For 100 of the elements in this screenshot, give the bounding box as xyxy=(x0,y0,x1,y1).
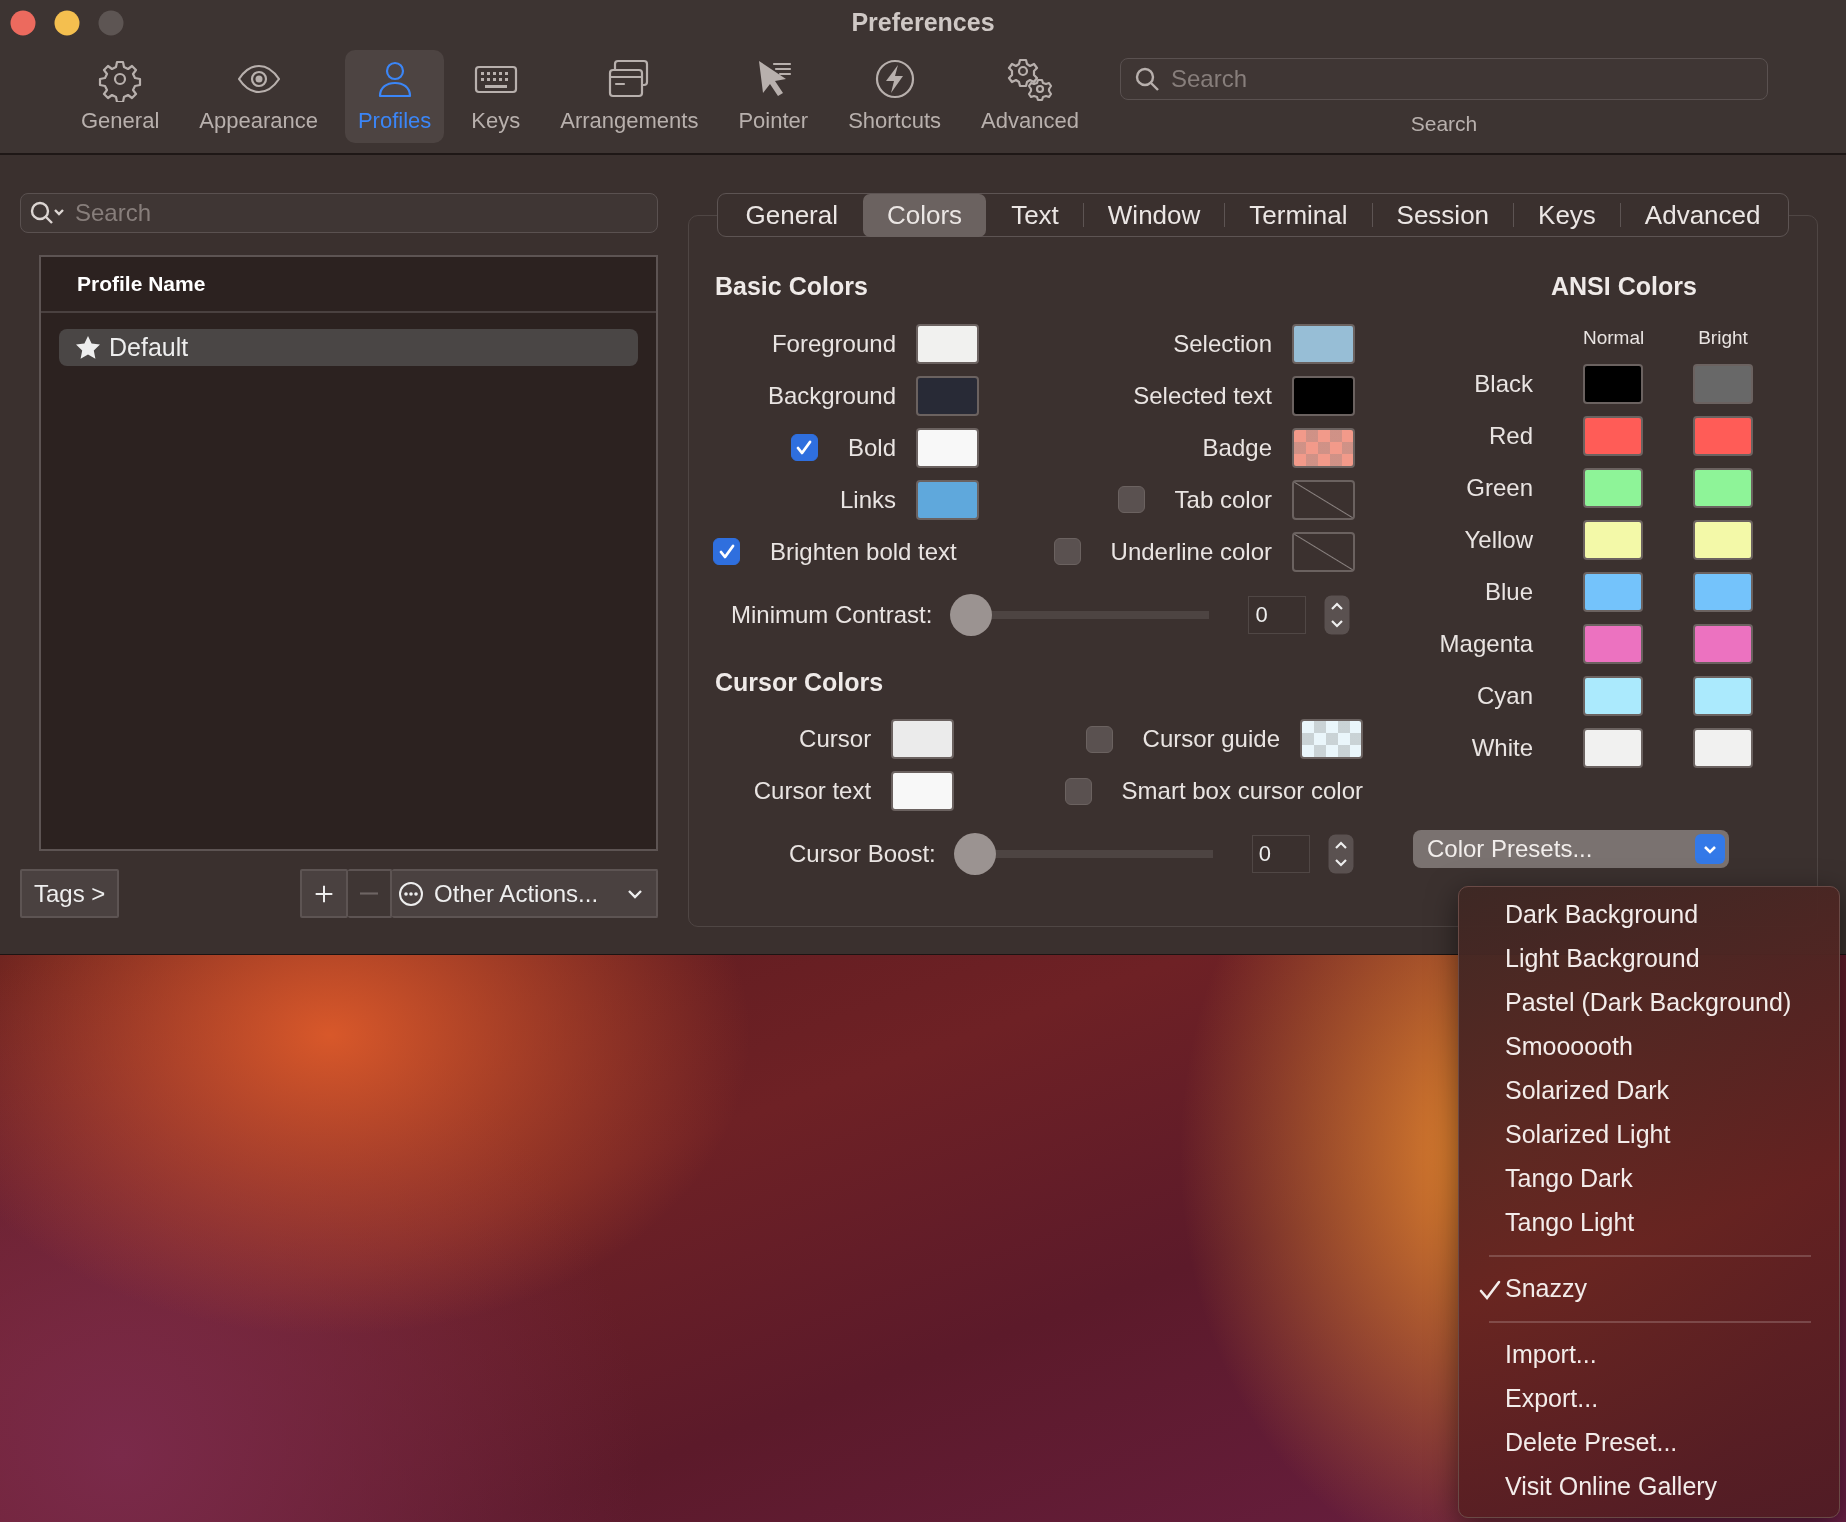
toolbar-tab[interactable]: Appearance xyxy=(186,50,331,143)
menu-item[interactable]: Solarized Dark xyxy=(1467,1069,1831,1113)
color-presets-dropdown[interactable]: Color Presets... xyxy=(1413,830,1729,868)
color-well[interactable] xyxy=(916,375,979,416)
toolbar-tab[interactable]: Advanced xyxy=(968,50,1092,143)
menu-item[interactable]: Solarized Light xyxy=(1467,1113,1831,1157)
other-actions-dropdown[interactable]: Other Actions... xyxy=(392,869,658,918)
color-label: Foreground xyxy=(771,328,896,359)
menu-item[interactable]: Delete Preset... xyxy=(1467,1421,1831,1465)
color-label: White xyxy=(1470,733,1533,763)
settings-tab[interactable]: Terminal xyxy=(1225,193,1372,237)
section-heading: Basic Colors xyxy=(715,271,869,302)
color-well[interactable] xyxy=(1693,416,1753,456)
color-well[interactable] xyxy=(1292,531,1355,572)
checkmark-icon xyxy=(1479,1279,1501,1301)
color-label: Magenta xyxy=(1438,629,1533,659)
toolbar-tab[interactable]: Shortcuts xyxy=(835,50,955,143)
menu-item[interactable]: Light Background xyxy=(1467,937,1831,981)
settings-tab[interactable]: Advanced xyxy=(1620,193,1785,237)
menu-item[interactable]: Tango Dark xyxy=(1467,1157,1831,1201)
color-well[interactable] xyxy=(916,323,979,364)
menu-item[interactable]: Import... xyxy=(1467,1333,1831,1377)
minus-icon xyxy=(360,892,378,895)
color-label: Selected text xyxy=(1133,380,1272,411)
color-well[interactable] xyxy=(1693,364,1753,404)
toolbar-tab[interactable]: General xyxy=(68,50,173,143)
color-well[interactable] xyxy=(891,719,955,759)
checkbox[interactable] xyxy=(1117,486,1145,513)
column-header: Bright xyxy=(1697,325,1749,350)
color-well[interactable] xyxy=(1693,572,1753,612)
menu-item[interactable]: Smoooooth xyxy=(1467,1025,1831,1069)
stepper-control[interactable] xyxy=(1324,594,1351,635)
checkbox[interactable] xyxy=(713,538,740,565)
color-well[interactable] xyxy=(1583,520,1643,560)
settings-tab[interactable]: Text xyxy=(987,193,1083,237)
tags-button[interactable]: Tags > xyxy=(20,869,120,918)
color-well[interactable] xyxy=(1693,728,1753,768)
color-well[interactable] xyxy=(1693,468,1753,508)
color-well[interactable] xyxy=(1693,676,1753,716)
color-well[interactable] xyxy=(1292,375,1355,416)
color-label: Cursor xyxy=(799,724,872,754)
color-well[interactable] xyxy=(1583,728,1643,768)
toolbar-tab[interactable]: Pointer xyxy=(725,50,822,143)
settings-tab[interactable]: Colors xyxy=(863,193,987,237)
number-field[interactable]: 0 xyxy=(1251,835,1310,873)
checkbox[interactable] xyxy=(1064,777,1092,805)
menu-item[interactable]: Visit Online Gallery xyxy=(1467,1465,1831,1509)
section-heading: Cursor Colors xyxy=(715,666,885,698)
toolbar-tab[interactable]: Keys xyxy=(458,50,534,143)
color-well[interactable] xyxy=(1583,468,1643,508)
menu-item[interactable]: Export... xyxy=(1467,1377,1831,1421)
slider-label: Minimum Contrast: xyxy=(731,599,933,630)
color-well[interactable] xyxy=(1300,719,1363,759)
section-heading: ANSI Colors xyxy=(1551,271,1698,302)
number-field[interactable]: 0 xyxy=(1248,595,1307,634)
stepper-control[interactable] xyxy=(1327,834,1354,874)
color-well[interactable] xyxy=(1292,427,1355,468)
color-label: Bold xyxy=(847,432,896,463)
menu-item[interactable]: Tango Light xyxy=(1467,1201,1831,1245)
search-icon xyxy=(1134,66,1160,92)
color-well[interactable] xyxy=(1583,416,1643,456)
color-well[interactable] xyxy=(916,479,979,520)
toolbar-tab[interactable]: Arrangements xyxy=(547,50,712,143)
add-button[interactable] xyxy=(300,869,348,918)
color-well[interactable] xyxy=(1583,676,1643,716)
color-label: Cyan xyxy=(1475,681,1533,711)
menu-item[interactable]: Snazzy xyxy=(1467,1267,1831,1311)
color-well[interactable] xyxy=(1292,323,1355,364)
menu-item[interactable]: Pastel (Dark Background) xyxy=(1467,981,1831,1025)
checkbox[interactable] xyxy=(1085,725,1113,753)
color-well[interactable] xyxy=(891,771,955,811)
color-well[interactable] xyxy=(1693,520,1753,560)
close-button[interactable] xyxy=(10,10,36,36)
settings-tab[interactable]: Keys xyxy=(1514,193,1620,237)
minimize-button[interactable] xyxy=(54,10,80,36)
window-title: Preferences xyxy=(851,7,995,38)
settings-tab[interactable]: General xyxy=(721,193,862,237)
color-well[interactable] xyxy=(1583,624,1643,664)
settings-tab[interactable]: Session xyxy=(1372,193,1514,237)
slider-thumb[interactable] xyxy=(950,593,993,636)
color-label: Cursor text xyxy=(753,776,872,806)
color-label: Background xyxy=(767,380,896,411)
search-label: Search xyxy=(1410,111,1478,137)
menu-item[interactable]: Dark Background xyxy=(1467,893,1831,937)
settings-tab[interactable]: Window xyxy=(1083,193,1225,237)
checkbox[interactable] xyxy=(1053,538,1081,565)
profile-row[interactable]: Default xyxy=(59,329,638,366)
color-label: Badge xyxy=(1202,432,1272,463)
color-well[interactable] xyxy=(1583,572,1643,612)
column-header[interactable]: Profile Name xyxy=(77,268,206,300)
option-label: Brighten bold text xyxy=(770,536,957,567)
color-well[interactable] xyxy=(1583,364,1643,404)
color-well[interactable] xyxy=(1292,479,1355,520)
color-well[interactable] xyxy=(1693,624,1753,664)
search-field[interactable]: Search xyxy=(20,193,658,233)
color-well[interactable] xyxy=(916,427,979,468)
color-label: Underline color xyxy=(1110,536,1272,567)
slider-thumb[interactable] xyxy=(953,833,996,875)
checkbox[interactable] xyxy=(790,434,818,461)
search-field[interactable]: Search xyxy=(1120,58,1768,100)
